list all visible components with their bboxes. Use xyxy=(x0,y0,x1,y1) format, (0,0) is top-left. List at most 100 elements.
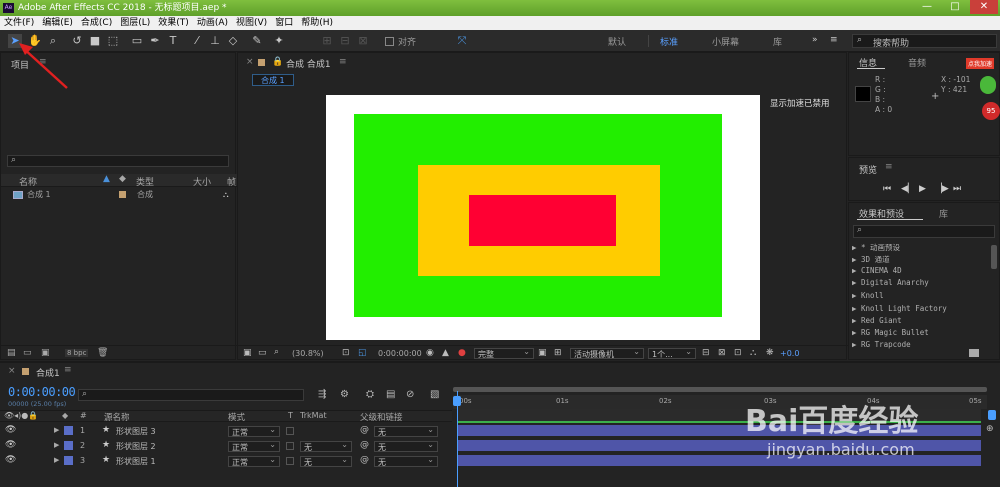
draft-3d-icon[interactable]: ⚙ xyxy=(340,389,349,400)
show-snapshot-icon[interactable]: ▲ xyxy=(442,348,449,358)
effect-category[interactable]: ▶ RG Magic Bullet xyxy=(852,328,929,337)
parent-pickwhip-icon[interactable]: @ xyxy=(360,425,369,435)
type-tool-icon[interactable]: T xyxy=(166,34,180,48)
pan-behind-tool-icon[interactable]: ⬚ xyxy=(106,34,120,48)
interpret-footage-icon[interactable]: ▤ xyxy=(7,348,16,358)
effects-search-input[interactable]: ⌕ xyxy=(853,225,995,238)
effect-category[interactable]: ▶ Digital Anarchy xyxy=(852,278,929,287)
minimize-button[interactable]: — xyxy=(914,0,940,14)
expand-arrow-icon[interactable]: ▶ xyxy=(54,456,59,464)
layer-label-swatch[interactable] xyxy=(64,441,73,450)
composition-canvas[interactable] xyxy=(326,95,760,340)
visibility-eye-icon[interactable]: 👁 xyxy=(5,440,16,450)
region-of-interest-icon[interactable]: ▣ xyxy=(538,348,547,358)
channel-icon[interactable]: ● xyxy=(458,348,466,358)
local-axis-icon[interactable]: ⊞ xyxy=(320,34,334,48)
effect-category[interactable]: ▶ Knoll xyxy=(852,291,884,300)
menu-view[interactable]: 视图(V) xyxy=(232,16,271,30)
column-size[interactable]: 大小 xyxy=(193,175,211,188)
timeline-search-input[interactable]: ⌕ xyxy=(78,389,304,401)
zoom-dropdown[interactable]: (30.8%) xyxy=(292,349,324,358)
layer-mode-dropdown[interactable]: 正常 xyxy=(228,424,280,437)
timeline-menu-icon[interactable]: ≡ xyxy=(64,365,72,375)
menu-layer[interactable]: 图层(L) xyxy=(116,16,154,30)
parent-pickwhip-icon[interactable]: @ xyxy=(360,455,369,465)
flowchart-view-icon[interactable]: ⛬ xyxy=(750,348,756,358)
column-source-name[interactable]: 源名称 xyxy=(104,411,130,423)
monitor-icon[interactable]: ▭ xyxy=(258,348,267,358)
close-tab-icon[interactable]: × xyxy=(246,57,254,67)
column-parent[interactable]: 父级和链接 xyxy=(360,411,403,423)
maximize-button[interactable]: □ xyxy=(942,0,968,14)
menu-window[interactable]: 窗口 xyxy=(271,16,297,30)
new-folder-icon[interactable]: ▭ xyxy=(23,348,32,358)
delete-icon[interactable]: 🗑 xyxy=(97,348,108,358)
parent-pickwhip-icon[interactable]: @ xyxy=(360,440,369,450)
menu-effect[interactable]: 效果(T) xyxy=(154,16,193,30)
comp-panel-menu-icon[interactable]: ≡ xyxy=(339,57,347,67)
label-color-swatch[interactable] xyxy=(119,191,126,198)
effect-category[interactable]: ▶ RG Trapcode xyxy=(852,340,911,349)
puppet-tool-icon[interactable]: ✦ xyxy=(272,34,286,48)
time-ruler[interactable]: 00s 01s 02s 03s 04s 05s xyxy=(453,395,987,409)
column-frame-rate[interactable]: 帧 xyxy=(227,175,236,188)
comp-tab-label[interactable]: 合成 合成1 xyxy=(286,57,331,70)
shape-layer-inner-red[interactable] xyxy=(469,195,616,246)
workspace-default[interactable]: 默认 xyxy=(608,35,626,48)
effect-category[interactable]: ▶ * 动画预设 xyxy=(852,242,900,253)
play-icon[interactable]: ▶ xyxy=(919,184,926,194)
always-preview-icon[interactable]: ▣ xyxy=(243,348,252,358)
lock-icon[interactable]: 🔒 xyxy=(272,57,283,67)
fast-previews-icon[interactable]: ⊠ xyxy=(718,348,726,358)
first-frame-icon[interactable]: ⏮ xyxy=(883,184,891,194)
next-frame-icon[interactable]: ▕▶ xyxy=(935,184,949,194)
clone-stamp-tool-icon[interactable]: ⊥ xyxy=(208,34,222,48)
layer-parent-dropdown[interactable]: 无 xyxy=(374,454,438,467)
menu-animation[interactable]: 动画(A) xyxy=(193,16,232,30)
speed-boost-badge[interactable]: 点我加速 95 xyxy=(966,56,1000,126)
menu-help[interactable]: 帮助(H) xyxy=(297,16,337,30)
column-mode[interactable]: 模式 xyxy=(228,411,245,423)
comp-subtab[interactable]: 合成 1 xyxy=(252,74,294,86)
column-trkmat[interactable]: TrkMat xyxy=(300,411,327,420)
motion-blur-icon[interactable]: ⊘ xyxy=(406,389,414,400)
layer-mode-dropdown[interactable]: 正常 xyxy=(228,439,280,452)
reset-exposure-icon[interactable]: ❋ xyxy=(766,348,774,358)
effect-category[interactable]: ▶ Red Giant xyxy=(852,316,902,325)
timeline-icon[interactable]: ⊡ xyxy=(734,348,742,358)
layer-row[interactable]: 👁 ▶ 3 ★ 形状图层 1 正常 无 @ 无 xyxy=(0,454,452,468)
previous-frame-icon[interactable]: ◀▏ xyxy=(901,184,915,194)
layer-track-bar[interactable] xyxy=(457,440,981,451)
playhead-handle[interactable] xyxy=(453,396,461,406)
views-dropdown[interactable]: 1个... xyxy=(648,346,696,359)
new-composition-icon[interactable]: ▣ xyxy=(41,348,50,358)
comp-mini-flowchart-icon[interactable]: ⇶ xyxy=(318,389,326,400)
project-search-input[interactable]: ⌕ xyxy=(7,155,229,167)
menu-edit[interactable]: 编辑(E) xyxy=(38,16,77,30)
camera-tool-icon[interactable]: ■ xyxy=(88,34,102,48)
layer-row[interactable]: 👁 ▶ 1 ★ 形状图层 3 正常 @ 无 xyxy=(0,424,452,438)
last-frame-icon[interactable]: ⏭ xyxy=(953,184,961,194)
layer-trkmat-dropdown[interactable]: 无 xyxy=(300,454,352,467)
hide-shy-layers-icon[interactable]: ⛭ xyxy=(366,389,374,400)
effect-category[interactable]: ▶ Knoll Light Factory xyxy=(852,304,947,313)
timeline-tab-label[interactable]: 合成1 xyxy=(36,366,60,379)
toggle-pixel-aspect-icon[interactable]: ⊟ xyxy=(702,348,710,358)
workspace-small-screen[interactable]: 小屏幕 xyxy=(712,35,739,48)
preserve-transparency-checkbox[interactable] xyxy=(286,427,294,435)
effects-scrollbar[interactable] xyxy=(991,245,997,269)
layer-label-swatch[interactable] xyxy=(64,456,73,465)
effect-category[interactable]: ▶ 3D 通道 xyxy=(852,254,890,265)
align-checkbox[interactable] xyxy=(385,37,394,46)
column-type[interactable]: 类型 xyxy=(136,175,154,188)
comp-timecode[interactable]: 0:00:00:00 xyxy=(378,349,422,358)
world-axis-icon[interactable]: ⊟ xyxy=(338,34,352,48)
sort-ascending-icon[interactable]: ▲ xyxy=(103,174,110,184)
graph-editor-icon[interactable]: ▧ xyxy=(430,389,439,400)
layer-trkmat-dropdown[interactable]: 无 xyxy=(300,439,352,452)
layer-name[interactable]: 形状图层 2 xyxy=(116,441,156,452)
resolution-dropdown[interactable]: 完整 xyxy=(474,346,534,359)
tab-audio[interactable]: 音频 xyxy=(908,56,926,69)
new-bin-icon[interactable] xyxy=(969,349,979,357)
effect-category[interactable]: ▶ CINEMA 4D xyxy=(852,266,902,275)
